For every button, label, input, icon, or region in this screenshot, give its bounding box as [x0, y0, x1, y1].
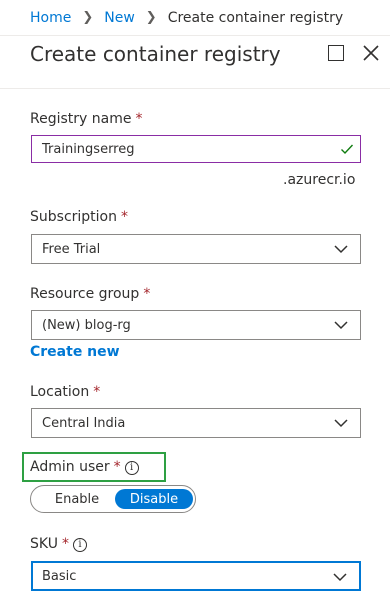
- header-divider: [0, 88, 390, 89]
- page-title: Create container registry: [30, 42, 281, 66]
- maximize-icon[interactable]: [328, 45, 344, 61]
- admin-user-label: Admin user * i: [30, 459, 139, 475]
- chevron-right-icon: ❯: [82, 10, 94, 25]
- registry-name-input[interactable]: Trainingserreg: [31, 135, 361, 163]
- checkmark-icon: [341, 144, 354, 155]
- chevron-down-icon: [334, 245, 348, 254]
- close-icon[interactable]: [362, 44, 380, 62]
- chevron-right-icon: ❯: [145, 10, 157, 25]
- create-new-link[interactable]: Create new: [30, 344, 120, 360]
- registry-name-value: Trainingserreg: [42, 141, 135, 157]
- resource-group-value: (New) blog-rg: [42, 317, 131, 333]
- breadcrumb: Home ❯ New ❯ Create container registry: [0, 0, 390, 36]
- sku-select[interactable]: Basic: [31, 561, 361, 591]
- location-select[interactable]: Central India: [31, 408, 361, 438]
- admin-user-enable-option[interactable]: Enable: [41, 489, 113, 509]
- info-icon[interactable]: i: [124, 461, 139, 475]
- required-marker: *: [93, 384, 101, 400]
- location-value: Central India: [42, 415, 126, 431]
- info-icon[interactable]: i: [72, 538, 87, 552]
- registry-domain-suffix: .azurecr.io: [283, 172, 356, 188]
- sku-label: SKU * i: [30, 536, 87, 552]
- resource-group-label: Resource group *: [30, 286, 151, 302]
- blade-header: Create container registry: [0, 36, 390, 90]
- breadcrumb-current: Create container registry: [167, 9, 344, 26]
- admin-user-disable-option[interactable]: Disable: [115, 489, 193, 509]
- sku-value: Basic: [42, 568, 77, 584]
- admin-user-toggle: Enable Disable: [30, 485, 196, 513]
- required-marker: *: [61, 536, 69, 552]
- subscription-value: Free Trial: [42, 241, 101, 257]
- required-marker: *: [143, 286, 151, 302]
- breadcrumb-home-link[interactable]: Home: [30, 10, 71, 26]
- breadcrumb-new-link[interactable]: New: [104, 10, 135, 26]
- required-marker: *: [121, 209, 128, 225]
- chevron-down-icon: [334, 419, 348, 428]
- resource-group-select[interactable]: (New) blog-rg: [31, 310, 361, 340]
- chevron-down-icon: [333, 573, 347, 582]
- subscription-label: Subscription *: [30, 209, 128, 225]
- required-marker: *: [113, 459, 121, 475]
- subscription-select[interactable]: Free Trial: [31, 234, 361, 264]
- required-marker: *: [135, 111, 143, 127]
- chevron-down-icon: [334, 321, 348, 330]
- registry-name-label: Registry name *: [30, 111, 143, 127]
- location-label: Location *: [30, 384, 101, 400]
